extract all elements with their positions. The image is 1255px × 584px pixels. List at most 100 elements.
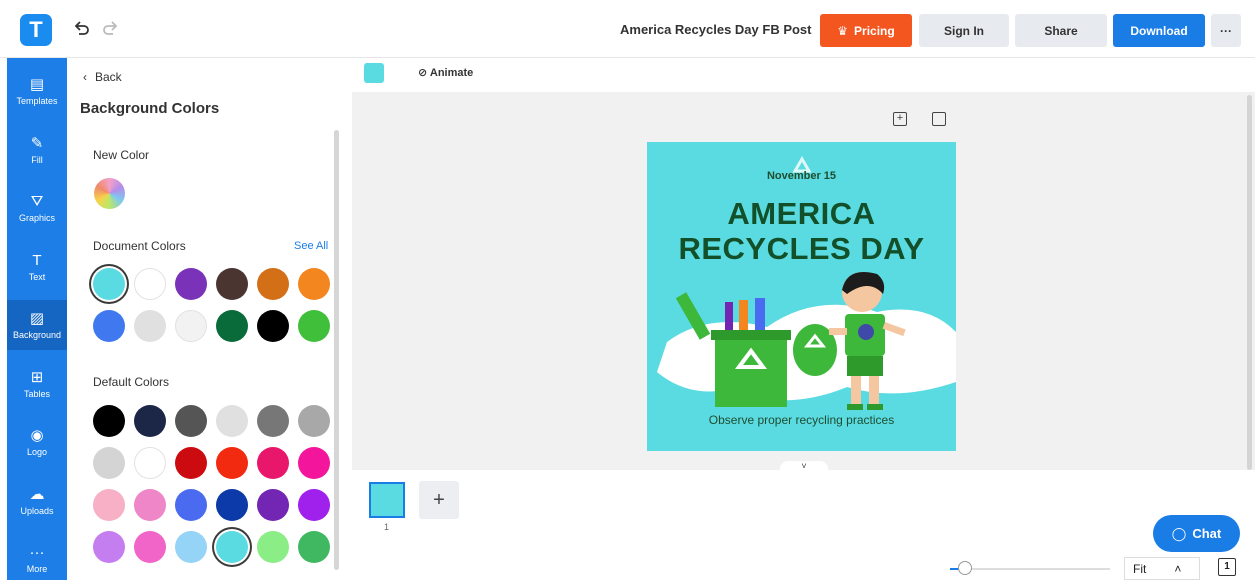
- default-color-swatch[interactable]: [93, 531, 125, 563]
- sidebar-item-label: Logo: [26, 447, 48, 457]
- document-color-swatch[interactable]: [216, 310, 248, 342]
- sidebar-item-label: Graphics: [18, 213, 55, 223]
- document-color-swatch[interactable]: [134, 310, 166, 342]
- back-label: Back: [95, 70, 122, 84]
- pages-strip: [352, 470, 1255, 580]
- document-color-swatch[interactable]: [93, 310, 125, 342]
- document-color-swatch[interactable]: [93, 268, 125, 300]
- sidebar-item-label: Text: [28, 271, 46, 282]
- tables-icon: ⊞: [30, 368, 44, 386]
- download-button[interactable]: Download: [1113, 14, 1205, 47]
- background-color-swatch[interactable]: [364, 63, 384, 83]
- sign-in-button[interactable]: Sign In: [919, 14, 1009, 47]
- animate-button[interactable]: ⊘ Animate: [418, 66, 473, 79]
- page-count-icon[interactable]: 1: [1218, 558, 1236, 576]
- default-color-swatch[interactable]: [298, 405, 330, 437]
- editor-toolbar: [352, 58, 1255, 91]
- document-color-swatch[interactable]: [216, 268, 248, 300]
- sidebar-item-more[interactable]: ··· More: [7, 534, 67, 584]
- page-number: 1: [384, 522, 390, 532]
- document-color-swatch[interactable]: [257, 310, 289, 342]
- sidebar-item-templates[interactable]: ▤ Templates: [7, 66, 67, 116]
- chat-button[interactable]: ◯ Chat: [1153, 515, 1240, 552]
- default-color-swatch[interactable]: [134, 489, 166, 521]
- document-title[interactable]: America Recycles Day FB Post: [620, 22, 811, 37]
- back-button[interactable]: ‹ Back: [83, 70, 122, 84]
- app-logo[interactable]: T: [20, 14, 52, 46]
- default-color-swatch[interactable]: [298, 489, 330, 521]
- default-color-swatch[interactable]: [134, 447, 166, 479]
- document-color-swatch[interactable]: [175, 310, 207, 342]
- default-color-swatch[interactable]: [134, 531, 166, 563]
- sidebar-item-uploads[interactable]: ☁ Uploads: [7, 476, 67, 526]
- design-subtitle[interactable]: Observe proper recycling practices: [647, 413, 956, 427]
- background-icon: ▨: [29, 310, 45, 327]
- see-all-link[interactable]: See All: [294, 240, 328, 252]
- sidebar-item-logo[interactable]: ◉ Logo: [7, 417, 67, 467]
- zoom-slider-handle[interactable]: [958, 561, 972, 575]
- logo-icon: ◉: [30, 427, 44, 444]
- zoom-select[interactable]: Fit ˄: [1124, 557, 1200, 580]
- default-color-swatch[interactable]: [175, 531, 207, 563]
- default-color-swatch[interactable]: [175, 405, 207, 437]
- default-color-swatch[interactable]: [134, 405, 166, 437]
- new-color-picker[interactable]: [94, 178, 125, 209]
- sidebar-item-background[interactable]: ▨ Background: [7, 300, 67, 350]
- add-page-icon[interactable]: +: [893, 112, 907, 126]
- default-color-swatch[interactable]: [257, 405, 289, 437]
- background-colors-panel: ‹ Back Background Colors New Color Docum…: [67, 58, 350, 580]
- text-icon: T: [32, 251, 42, 269]
- sidebar-item-label: Fill: [31, 154, 43, 165]
- more-options-button[interactable]: ···: [1211, 14, 1241, 47]
- sidebar-rail: ▤ Templates ✎ Fill ⛛ Graphics T Text ▨ Background…: [7, 58, 67, 580]
- undo-icon[interactable]: [70, 18, 92, 40]
- document-color-swatch[interactable]: [298, 268, 330, 300]
- document-colors-heading: Document Colors: [93, 239, 186, 253]
- pricing-button[interactable]: ♛ Pricing: [820, 14, 912, 47]
- design-title-line1[interactable]: AMERICA: [647, 196, 956, 232]
- add-page-button[interactable]: +: [419, 481, 459, 519]
- animate-icon: ⊘: [418, 67, 428, 79]
- sidebar-item-text[interactable]: T Text: [7, 242, 67, 292]
- document-color-swatch[interactable]: [175, 268, 207, 300]
- panel-scrollbar[interactable]: [334, 130, 339, 570]
- uploads-icon: ☁: [29, 485, 45, 503]
- document-color-swatch[interactable]: [298, 310, 330, 342]
- more-icon: ···: [29, 544, 45, 561]
- design-title-line2[interactable]: RECYCLES DAY: [647, 231, 956, 267]
- default-color-swatch[interactable]: [175, 447, 207, 479]
- page-thumbnail[interactable]: [369, 482, 405, 518]
- default-color-swatch[interactable]: [216, 447, 248, 479]
- default-color-swatch[interactable]: [93, 489, 125, 521]
- sidebar-item-graphics[interactable]: ⛛ Graphics: [7, 183, 67, 233]
- redo-icon[interactable]: [100, 18, 122, 40]
- sidebar-item-fill[interactable]: ✎ Fill: [7, 125, 67, 175]
- zoom-slider-track[interactable]: [950, 568, 1110, 570]
- default-color-swatch[interactable]: [298, 531, 330, 563]
- document-color-swatch[interactable]: [257, 268, 289, 300]
- duplicate-page-icon[interactable]: [932, 112, 946, 126]
- design-canvas[interactable]: November 15 AMERICA RECYCLES DAY Observe…: [647, 142, 956, 451]
- default-color-swatch[interactable]: [175, 489, 207, 521]
- chevron-left-icon: ‹: [83, 70, 87, 84]
- document-color-swatch[interactable]: [134, 268, 166, 300]
- default-color-swatch[interactable]: [257, 489, 289, 521]
- fill-icon: ✎: [30, 134, 44, 152]
- sidebar-item-tables[interactable]: ⊞ Tables: [7, 359, 67, 409]
- default-color-swatch[interactable]: [93, 447, 125, 479]
- share-button[interactable]: Share: [1015, 14, 1107, 47]
- sidebar-item-label: Background: [12, 330, 62, 340]
- sidebar-item-label: Templates: [16, 96, 58, 106]
- animate-label: Animate: [429, 67, 474, 79]
- default-color-swatch[interactable]: [257, 447, 289, 479]
- default-color-swatch[interactable]: [257, 531, 289, 563]
- crown-icon: ♛: [837, 23, 849, 38]
- default-color-swatch[interactable]: [298, 447, 330, 479]
- default-color-swatch[interactable]: [216, 405, 248, 437]
- zoom-label: Fit: [1133, 561, 1147, 576]
- default-color-swatch[interactable]: [216, 489, 248, 521]
- design-date[interactable]: November 15: [647, 170, 956, 182]
- canvas-scrollbar[interactable]: [1247, 95, 1252, 470]
- default-color-swatch[interactable]: [216, 531, 248, 563]
- default-color-swatch[interactable]: [93, 405, 125, 437]
